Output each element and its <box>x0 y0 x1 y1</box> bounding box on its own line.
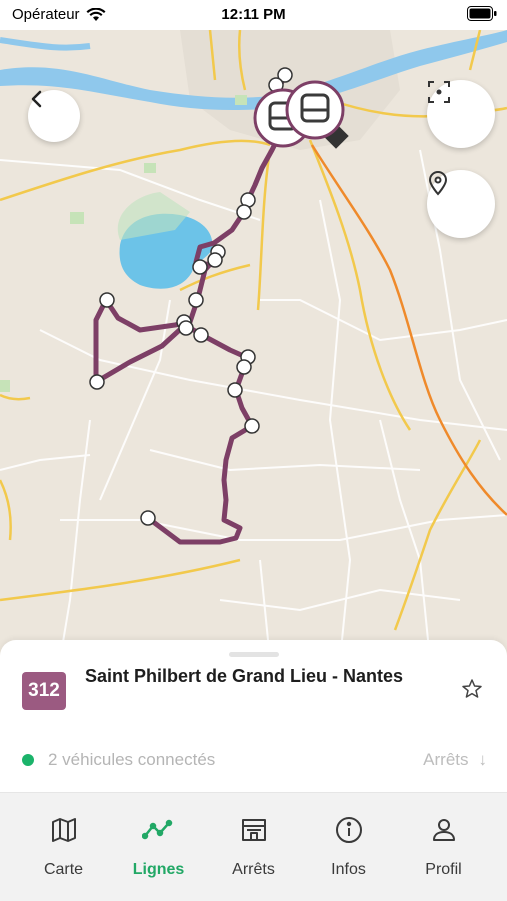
status-dot <box>22 754 34 766</box>
tab-infos[interactable]: Infos <box>301 815 396 879</box>
line-details-sheet[interactable]: 312 Saint Philbert de Grand Lieu - Nante… <box>0 640 507 792</box>
stop-marker <box>188 292 204 308</box>
stop-marker <box>140 510 156 526</box>
connected-vehicles-text: 2 véhicules connectés <box>48 750 216 769</box>
favorite-star-icon[interactable] <box>460 677 484 701</box>
frame-focus-icon <box>428 81 450 103</box>
battery-icon <box>467 6 497 21</box>
connected-vehicles: 2 véhicules connectés <box>22 750 215 770</box>
stop-marker <box>99 292 115 308</box>
tab-profil[interactable]: Profil <box>396 815 491 879</box>
tab-label: Lignes <box>132 861 185 878</box>
info-icon <box>335 817 362 843</box>
stop-marker <box>227 382 243 398</box>
back-button[interactable] <box>28 90 80 142</box>
clock: 12:11 PM <box>221 6 286 23</box>
stop-marker <box>193 327 209 343</box>
stop-marker <box>236 359 252 375</box>
sheet-handle[interactable] <box>229 652 279 657</box>
line-number-badge: 312 <box>22 672 66 710</box>
tab-arrets[interactable]: Arrêts <box>206 815 301 879</box>
lines-icon <box>141 819 172 840</box>
tab-lignes[interactable]: Lignes <box>111 815 206 879</box>
stop-marker <box>236 204 252 220</box>
stop-marker <box>192 259 208 275</box>
tab-label: Carte <box>43 861 84 878</box>
line-title: Saint Philbert de Grand Lieu - Nantes <box>85 666 404 686</box>
location-pin-icon <box>428 171 448 196</box>
status-bar: Opérateur 12:11 PM <box>0 0 507 30</box>
stops-link-label: Arrêts <box>423 750 469 769</box>
tab-label: Arrêts <box>232 861 275 878</box>
stop-marker <box>178 320 194 336</box>
arrow-down-icon: ↓ <box>478 750 488 769</box>
my-location-button[interactable] <box>427 170 495 238</box>
fit-route-button[interactable] <box>427 80 495 148</box>
stops-link[interactable]: Arrêts ↓ <box>423 750 487 770</box>
tab-label: Profil <box>425 861 462 878</box>
stop-marker <box>244 418 260 434</box>
stop-marker <box>89 374 105 390</box>
tab-label: Infos <box>331 861 366 878</box>
chevron-left-icon <box>31 90 42 108</box>
stop-icon <box>241 819 266 841</box>
tab-carte[interactable]: Carte <box>16 815 111 879</box>
map-view[interactable] <box>0 30 507 660</box>
map-icon <box>51 818 76 842</box>
profile-icon <box>432 819 455 841</box>
tab-bar: Carte Lignes Arrêts Infos Profil <box>0 792 507 901</box>
stop-marker <box>207 252 223 268</box>
vehicle-marker[interactable] <box>285 80 345 140</box>
